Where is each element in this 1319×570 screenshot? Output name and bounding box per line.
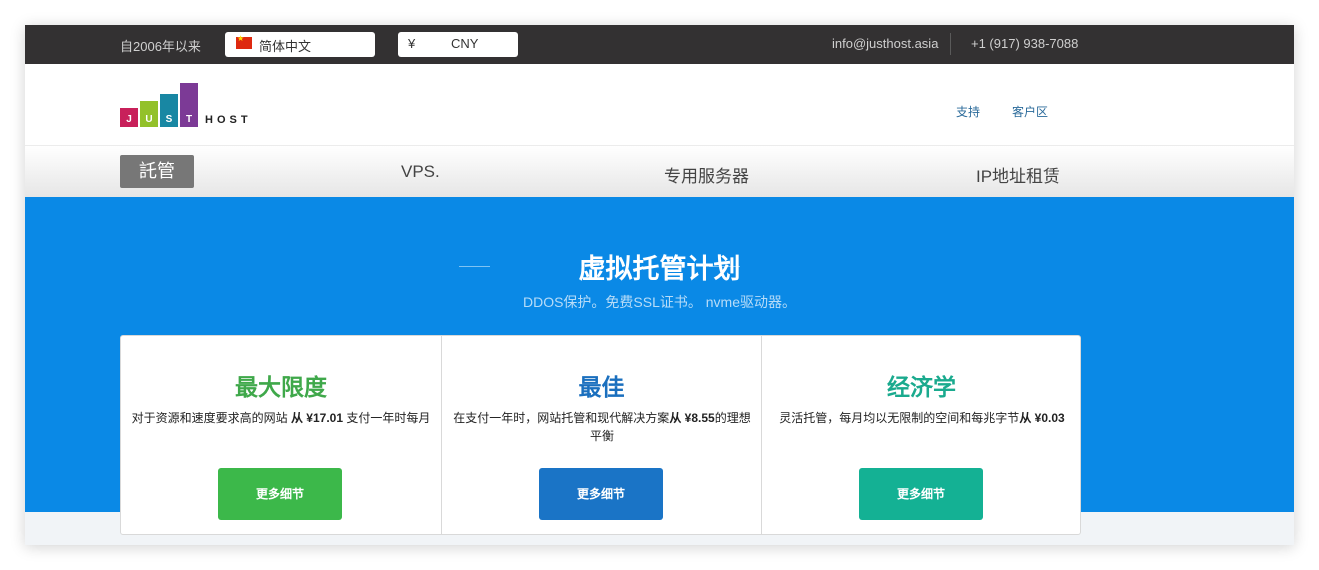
logo-bar: J: [120, 108, 138, 127]
language-select[interactable]: 简体中文: [225, 32, 375, 57]
logo-bar: T: [180, 83, 198, 127]
justhost-logo[interactable]: J U S T HOST: [120, 83, 260, 127]
support-link[interactable]: 支持: [956, 103, 980, 120]
header: J U S T HOST 支持 客户区: [25, 64, 1294, 145]
language-label: 简体中文: [259, 39, 312, 54]
main-nav: 託管 VPS. 专用服务器 IP地址租赁: [25, 145, 1294, 197]
more-details-button[interactable]: 更多细节: [539, 468, 663, 520]
plan-card-optimal: 最佳 在支付一年时，网站托管和现代解决方案从 ¥8.55的理想平衡 更多细节: [441, 336, 761, 534]
hero-subtitle: DDOS保护。免费SSL证书。 nvme驱动器。: [522, 294, 797, 310]
plan-title: 经济学: [887, 374, 956, 400]
plan-card-economy: 经济学 灵活托管，每月均以无限制的空间和每兆字节从 ¥0.03 更多细节: [761, 336, 1081, 534]
top-bar: 自2006年以来 简体中文 ¥ CNY info@justhost.asia +…: [25, 25, 1294, 64]
plan-description: 在支付一年时，网站托管和现代解决方案从 ¥8.55的理想平衡: [453, 411, 751, 443]
yen-icon: ¥: [408, 36, 416, 51]
currency-label: CNY: [451, 36, 479, 51]
nav-item-ip-rental[interactable]: IP地址租赁: [976, 162, 1060, 187]
nav-item-vps[interactable]: VPS.: [401, 162, 440, 182]
topbar-divider: [950, 33, 951, 55]
page-frame: 自2006年以来 简体中文 ¥ CNY info@justhost.asia +…: [25, 25, 1294, 545]
logo-bar: S: [160, 94, 178, 127]
plan-description: 对于资源和速度要求高的网站 从 ¥17.01 支付一年时每月: [131, 411, 431, 425]
nav-item-hosting[interactable]: 託管: [120, 155, 194, 188]
plan-cards: 最大限度 对于资源和速度要求高的网站 从 ¥17.01 支付一年时每月 更多细节…: [120, 335, 1081, 535]
since-text: 自2006年以来: [120, 39, 201, 54]
logo-bar: U: [140, 101, 158, 127]
currency-select[interactable]: ¥ CNY: [398, 32, 518, 57]
client-area-link[interactable]: 客户区: [1012, 103, 1048, 120]
logo-host-text: HOST: [205, 114, 252, 126]
more-details-button[interactable]: 更多细节: [218, 468, 342, 520]
plan-title: 最大限度: [235, 374, 327, 400]
china-flag-icon: [236, 34, 252, 49]
nav-item-dedicated-servers[interactable]: 专用服务器: [664, 162, 749, 187]
email-link[interactable]: info@justhost.asia: [832, 36, 938, 51]
phone-link[interactable]: +1 (917) 938-7088: [971, 36, 1078, 51]
plan-description: 灵活托管，每月均以无限制的空间和每兆字节从 ¥0.03: [779, 411, 1065, 425]
more-details-button[interactable]: 更多细节: [859, 468, 983, 520]
plan-title: 最佳: [578, 374, 625, 400]
plan-card-max: 最大限度 对于资源和速度要求高的网站 从 ¥17.01 支付一年时每月 更多细节: [121, 336, 441, 534]
hero-title: 虚拟托管计划: [578, 254, 741, 284]
